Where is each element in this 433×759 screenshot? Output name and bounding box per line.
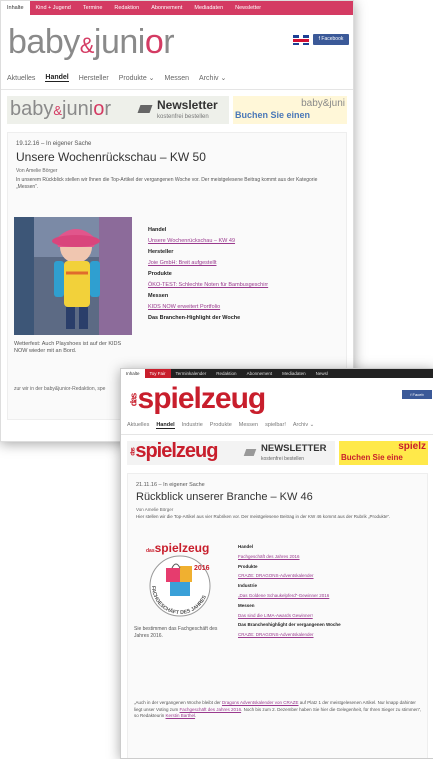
nav-item-abonnement[interactable]: Abonnement xyxy=(242,371,278,376)
nav-item-newsletter[interactable]: Newsl xyxy=(311,371,333,376)
article-intro: Hier stellen wir die Top-Artikel aus vie… xyxy=(136,514,391,519)
nav-item-redaktion[interactable]: Redaktion xyxy=(108,5,145,11)
banner-logo: baby&junior xyxy=(10,98,111,120)
newsletter-banner[interactable]: dasspielzeug NEWSLETTER kostenfrei bestel… xyxy=(127,440,335,465)
list-heading: Hersteller xyxy=(148,249,174,255)
article-title[interactable]: Rückblick unserer Branche – KW 46 xyxy=(136,491,419,503)
site-logo[interactable]: dasspielzeug xyxy=(127,382,266,416)
list-heading: Industrie xyxy=(238,583,258,589)
nav-item-abonnement[interactable]: Abonnement xyxy=(145,5,188,11)
list-link[interactable]: CRAZE: DRAGONS-Adventskalender xyxy=(238,630,398,640)
site-logo[interactable]: baby&junior xyxy=(8,23,175,62)
article-photo xyxy=(14,217,132,335)
list-link[interactable]: „Das Goldene Schaukelpferd“-Gewinner 201… xyxy=(238,591,398,601)
spielzeug-page: Inhalte Toy Fair Terminkalender Redaktio… xyxy=(120,368,433,759)
nav-item-termine[interactable]: Termine xyxy=(77,5,109,11)
list-heading: Messen xyxy=(148,293,169,299)
tab-archiv[interactable]: Archiv ⌄ xyxy=(199,74,226,82)
tab-aktuelles[interactable]: Aktuelles xyxy=(127,422,149,428)
tab-produkte[interactable]: Produkte ⌄ xyxy=(119,74,155,82)
article-date: 21.11.16 – In eigener Sache xyxy=(136,482,205,488)
body-text: „Auch in der vergangenen Woche bleibt de… xyxy=(134,700,222,705)
tab-handel[interactable]: Handel xyxy=(45,74,69,82)
facebook-button[interactable]: f Faceb xyxy=(402,390,432,399)
seal-logo: dasspielzeug xyxy=(146,542,209,555)
list-link[interactable]: KIDS NOW erweitert Portfolio xyxy=(148,302,338,313)
article: 21.11.16 – In eigener Sache Rückblick un… xyxy=(127,473,428,758)
brand-header: dasspielzeug f Faceb xyxy=(121,378,433,416)
tab-industrie[interactable]: Industrie xyxy=(182,422,203,428)
tab-messen[interactable]: Messen xyxy=(239,422,258,428)
uk-flag-icon[interactable] xyxy=(293,35,309,45)
nav-item-kind-jugend[interactable]: Kind + Jugend xyxy=(30,5,77,11)
article-more-text: zur wir in der baby&junior-Redaktion, sp… xyxy=(14,386,106,392)
main-nav: Aktuelles Handel Industrie Produkte Mess… xyxy=(121,416,433,435)
list-heading: Messen xyxy=(238,602,255,608)
arrow-icon xyxy=(243,449,257,456)
nav-item-toy-fair[interactable]: Toy Fair xyxy=(144,369,171,378)
seal-caption: Sie bestimmen das Fachgeschäft des Jahre… xyxy=(134,626,218,639)
ad-cta: Buchen Sie eine xyxy=(341,453,403,462)
top-articles-list: Handel Fachgeschäft des Jahres 2016 Prod… xyxy=(238,542,398,640)
body-link-craze[interactable]: Dragons Adventskalender von CRAZE xyxy=(222,700,299,705)
tab-archiv[interactable]: Archiv ⌄ xyxy=(293,422,314,428)
body-text: . xyxy=(195,713,197,718)
nav-item-redaktion[interactable]: Redaktion xyxy=(211,371,241,376)
article-intro: In unserem Rückblick stellen wir Ihnen d… xyxy=(16,177,318,190)
article-author: Von Amelie Börger xyxy=(16,168,58,174)
list-heading: Produkte xyxy=(148,271,172,277)
list-link[interactable]: Unsere Wochenrückschau – KW 49 xyxy=(148,236,338,247)
list-link[interactable]: Fachgeschäft des Jahres 2016 xyxy=(238,552,398,562)
top-nav: Inhalte Toy Fair Terminkalender Redaktio… xyxy=(121,369,433,378)
nav-item-mediadaten[interactable]: Mediadaten xyxy=(188,5,229,11)
list-heading: Produkte xyxy=(238,563,258,569)
list-link[interactable]: Das sind die LIMA-Awards Gewinner! xyxy=(238,611,398,621)
arrow-icon xyxy=(137,105,153,113)
photo-caption: Wetterfest: Auch Playshoes ist auf der K… xyxy=(14,341,122,354)
article-author: Von Amelie Börger xyxy=(136,507,174,512)
list-link[interactable]: CRAZE: DRAGONS-Adventskalender xyxy=(238,571,398,581)
nav-item-inhalte[interactable]: Inhalte xyxy=(1,1,30,15)
body-link-author[interactable]: Kerstin Barthel xyxy=(166,713,196,718)
banner-row: dasspielzeug NEWSLETTER kostenfrei bestel… xyxy=(127,440,428,465)
tab-messen[interactable]: Messen xyxy=(165,75,190,82)
nav-item-newsletter[interactable]: Newsletter xyxy=(229,5,267,11)
nav-item-inhalte[interactable]: Inhalte xyxy=(121,369,145,378)
top-nav: Inhalte Kind + Jugend Termine Redaktion … xyxy=(1,1,353,15)
tab-hersteller[interactable]: Hersteller xyxy=(79,75,109,82)
body-link-fachgeschaeft[interactable]: Fachgeschäft des Jahres 2016 xyxy=(180,707,242,712)
list-heading: Das Branchen-Highlight der Woche xyxy=(148,315,241,321)
article-title[interactable]: Unsere Wochenrückschau – KW 50 xyxy=(16,150,338,164)
list-heading: Handel xyxy=(238,544,254,549)
ad-banner[interactable]: baby&juni Buchen Sie einen xyxy=(233,96,347,124)
tab-produkte[interactable]: Produkte xyxy=(210,422,232,428)
banner-row: baby&junior Newsletter kostenfrei bestell… xyxy=(7,96,347,124)
tab-spielbar[interactable]: spielbar! xyxy=(265,422,286,428)
newsletter-label: Newsletter kostenfrei bestellen xyxy=(157,98,218,120)
main-nav: Aktuelles Handel Hersteller Produkte ⌄ M… xyxy=(1,67,353,90)
article-date: 19.12.16 – In eigener Sache xyxy=(16,141,92,147)
newsletter-label: NEWSLETTER kostenfrei bestellen xyxy=(261,443,327,463)
ad-banner[interactable]: spielz Buchen Sie eine xyxy=(339,441,428,465)
seal-year: 2016 xyxy=(194,565,210,572)
tab-aktuelles[interactable]: Aktuelles xyxy=(7,75,35,82)
top-articles-list: Handel Unsere Wochenrückschau – KW 49 He… xyxy=(148,225,338,324)
list-link[interactable]: Joie GmbH: Breit aufgestellt xyxy=(148,258,338,269)
list-heading: Das Branchenhighlight der vergangenen Wo… xyxy=(238,622,341,628)
newsletter-banner[interactable]: baby&junior Newsletter kostenfrei bestell… xyxy=(7,96,229,124)
ad-logo: spielz xyxy=(398,441,426,452)
nav-item-terminkalender[interactable]: Terminkalender xyxy=(171,371,212,376)
nav-item-mediadaten[interactable]: Mediadaten xyxy=(277,371,311,376)
ad-cta: Buchen Sie einen xyxy=(235,110,311,120)
list-link[interactable]: ÖKO-TEST: Schlechte Noten für Bambusgesc… xyxy=(148,280,338,291)
tab-handel[interactable]: Handel xyxy=(156,422,175,429)
facebook-button[interactable]: f Facebook xyxy=(313,34,349,45)
award-seal-image: dasspielzeug 2016 FACHGESCHÄFT DES JAHRE… xyxy=(144,541,216,624)
banner-logo: dasspielzeug xyxy=(130,440,219,462)
brand-header: baby&junior f Facebook xyxy=(1,15,353,67)
article-body: „Auch in der vergangenen Woche bleibt de… xyxy=(134,700,424,720)
ad-logo: baby&juni xyxy=(301,98,345,109)
list-heading: Handel xyxy=(148,227,167,233)
